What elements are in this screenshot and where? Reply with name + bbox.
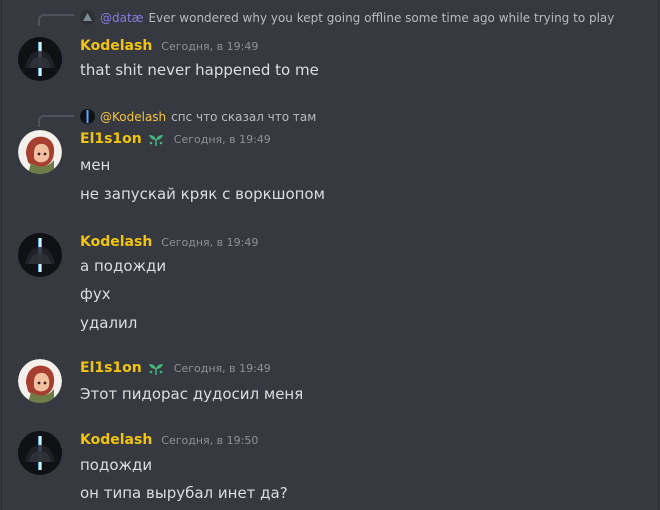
message-line: он типа вырубал инет да?	[80, 484, 288, 502]
reply-preview[interactable]: @datæ Ever wondered why you kept going o…	[80, 10, 614, 25]
timestamp[interactable]: Сегодня, в 19:49	[161, 40, 258, 53]
username[interactable]: Kodelash	[80, 432, 152, 448]
message-line: а подожди	[80, 257, 167, 275]
message-header: Kodelash Сегодня, в 19:49	[80, 38, 258, 54]
message-line: that shit never happened to me	[80, 61, 319, 79]
timestamp[interactable]: Сегодня, в 19:49	[174, 362, 271, 375]
username[interactable]: El1s1on	[80, 131, 142, 147]
left-edge-line	[1, 0, 2, 510]
lightsaber-avatar-icon[interactable]	[18, 233, 62, 277]
reply-avatar-icon	[80, 109, 95, 124]
reply-text: спс что сказал что там	[171, 109, 317, 124]
anime-girl-avatar-icon[interactable]	[18, 359, 62, 403]
message-header: Kodelash Сегодня, в 19:49	[80, 234, 258, 250]
leaf-badge-icon	[147, 361, 165, 375]
lightsaber-avatar-icon[interactable]	[18, 37, 62, 81]
right-edge-line	[658, 0, 659, 510]
message-header: El1s1on Сегодня, в 19:49	[80, 360, 271, 376]
message-line: удалил	[80, 314, 138, 332]
message-line: мен	[80, 156, 111, 174]
reply-author[interactable]: @datæ	[100, 11, 143, 25]
username[interactable]: Kodelash	[80, 38, 152, 54]
reply-connector	[38, 115, 74, 127]
message-line: не запускай кряк с воркшопом	[80, 185, 325, 203]
leaf-badge-icon	[147, 132, 165, 146]
reply-text: Ever wondered why you kept going offline…	[148, 10, 615, 25]
reply-avatar-icon	[80, 10, 95, 25]
message-header: El1s1on Сегодня, в 19:49	[80, 131, 271, 147]
chat-window: { "messages": [ { "reply": { "name": "@d…	[0, 0, 660, 510]
timestamp[interactable]: Сегодня, в 19:50	[161, 434, 258, 447]
reply-author[interactable]: @Kodelash	[100, 110, 166, 124]
username[interactable]: El1s1on	[80, 360, 142, 376]
reply-connector	[38, 14, 74, 26]
lightsaber-avatar-icon[interactable]	[18, 431, 62, 475]
timestamp[interactable]: Сегодня, в 19:49	[161, 236, 258, 249]
message-line: подожди	[80, 456, 153, 474]
username[interactable]: Kodelash	[80, 234, 152, 250]
message-line: Этот пидорас дудосил меня	[80, 385, 304, 403]
reply-preview[interactable]: @Kodelash спс что сказал что там	[80, 109, 316, 124]
anime-girl-avatar-icon[interactable]	[18, 130, 62, 174]
timestamp[interactable]: Сегодня, в 19:49	[174, 133, 271, 146]
message-line: фух	[80, 285, 111, 303]
message-header: Kodelash Сегодня, в 19:50	[80, 432, 258, 448]
